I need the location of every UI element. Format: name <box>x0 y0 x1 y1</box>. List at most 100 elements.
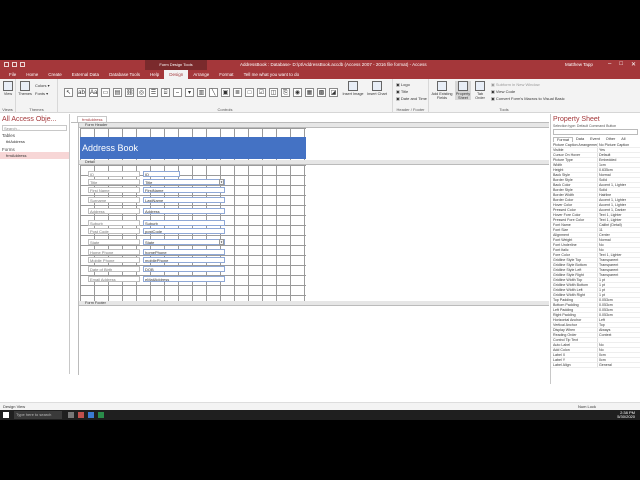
field-label[interactable]: First Name <box>88 187 140 193</box>
taskbar-search[interactable]: Type here to search <box>14 411 62 419</box>
field-label[interactable]: Title <box>88 179 140 185</box>
selection-dropdown[interactable] <box>553 129 638 135</box>
field-control[interactable]: LastName <box>143 197 225 203</box>
property-value[interactable]: No <box>597 348 640 352</box>
property-value[interactable]: 0.053cm <box>597 298 640 302</box>
ribbon-tab-home[interactable]: Home <box>21 70 43 79</box>
property-value[interactable]: No <box>597 248 640 252</box>
property-value[interactable]: 1 pt <box>597 288 640 292</box>
button-control-icon[interactable]: ▭ <box>101 88 110 97</box>
field-label[interactable]: Date of Birth <box>88 266 140 272</box>
select-pointer-icon[interactable]: ↖ <box>64 88 73 97</box>
field-control[interactable]: Address <box>143 208 225 214</box>
property-value[interactable]: Accent 1, Lighter <box>597 203 640 207</box>
combo-dropdown-arrow-icon[interactable]: ▾ <box>219 179 224 185</box>
bound-object-icon[interactable]: ▩ <box>317 88 326 97</box>
property-value[interactable]: Center <box>597 233 640 237</box>
file-explorer-icon[interactable] <box>88 412 94 418</box>
access-taskbar-icon[interactable] <box>78 412 84 418</box>
attachment-control-icon[interactable]: ⎘ <box>281 88 290 97</box>
field-control[interactable]: homePhone <box>143 249 225 255</box>
property-value[interactable]: 0.053cm <box>597 308 640 312</box>
property-value[interactable]: 1 pt <box>597 283 640 287</box>
property-value[interactable]: 1 pt <box>597 293 640 297</box>
add-existing-fields-button[interactable]: Add Existing Fields <box>431 81 453 100</box>
property-value[interactable]: No <box>597 343 640 347</box>
form-footer-bar[interactable]: Form Footer <box>79 301 549 306</box>
insert-chart-button[interactable]: Insert Chart <box>366 81 388 96</box>
field-label[interactable]: Mobile Phone <box>88 257 140 263</box>
property-value[interactable]: Transparent <box>597 258 640 262</box>
field-control[interactable]: Suburb <box>143 220 225 226</box>
property-value[interactable]: Accent 1, Lighter <box>597 183 640 187</box>
nav-forms-header[interactable]: Forms <box>0 145 69 152</box>
task-view-icon[interactable] <box>68 412 74 418</box>
image-control-icon[interactable]: ◪ <box>329 88 338 97</box>
property-value[interactable]: Always <box>597 328 640 332</box>
checkbox-control-icon[interactable]: ☑ <box>257 88 266 97</box>
ribbon-tab-tell-me-what-you-want-to-do[interactable]: Tell me what you want to do <box>239 70 305 79</box>
property-value[interactable]: 0.635cm <box>597 168 640 172</box>
page-break-icon[interactable]: ⎯ <box>173 88 182 97</box>
field-label[interactable]: Email Address <box>88 276 140 282</box>
nav-pane-title[interactable]: All Access Obje... <box>0 114 69 125</box>
redo-icon[interactable] <box>20 62 25 67</box>
windows-start-icon[interactable] <box>3 412 9 418</box>
hyperlink-control-icon[interactable]: ⛓ <box>125 88 134 97</box>
ribbon-tab-file[interactable]: File <box>4 70 21 79</box>
property-value[interactable] <box>597 338 640 342</box>
option-group-icon[interactable]: ⌸ <box>161 88 170 97</box>
property-value[interactable]: Solid <box>597 178 640 182</box>
tab-control-icon[interactable]: ▤ <box>113 88 122 97</box>
view-button[interactable]: View <box>2 81 14 96</box>
unbound-object-icon[interactable]: ◫ <box>269 88 278 97</box>
property-value[interactable]: Top <box>597 323 640 327</box>
property-value[interactable]: Transparent <box>597 273 640 277</box>
property-value[interactable]: Text 1, Lighter <box>597 213 640 217</box>
field-control[interactable]: ID <box>143 171 180 177</box>
property-tab-format[interactable]: Format <box>553 137 574 142</box>
themes-button[interactable]: Themes <box>18 81 32 96</box>
field-label[interactable]: Home Phone <box>88 249 140 255</box>
app-taskbar-icon[interactable] <box>98 412 104 418</box>
user-name[interactable]: Matthew Tapp <box>565 62 593 67</box>
property-value[interactable]: Hairline <box>597 193 640 197</box>
property-value[interactable]: Transparent <box>597 263 640 267</box>
ribbon-tab-arrange[interactable]: Arrange <box>188 70 214 79</box>
property-value[interactable]: General <box>597 363 640 367</box>
tab-order-button[interactable]: Tab Order <box>473 81 487 100</box>
ribbon-tab-help[interactable]: Help <box>145 70 164 79</box>
field-control[interactable]: State <box>143 239 225 245</box>
option-button-icon[interactable]: ◉ <box>293 88 302 97</box>
field-label[interactable]: Post Code <box>88 228 140 234</box>
property-value[interactable]: 0.053cm <box>597 303 640 307</box>
ribbon-tab-design[interactable]: Design <box>164 70 189 79</box>
undo-icon[interactable] <box>12 62 17 67</box>
close-button[interactable]: ✕ <box>631 61 636 68</box>
colors-button[interactable]: Colors ▾ <box>35 83 50 88</box>
taskbar-clock[interactable]: 2:38 PM 5/30/2020 <box>605 411 635 419</box>
field-label[interactable]: Surname <box>88 197 140 203</box>
textbox-control-icon[interactable]: ab <box>77 88 86 97</box>
field-control[interactable]: eMailAddress <box>143 276 225 282</box>
field-label[interactable]: State <box>88 239 140 245</box>
property-value[interactable]: Yes <box>597 148 640 152</box>
field-control[interactable]: mobilePhone <box>143 257 225 263</box>
property-value[interactable]: Default <box>597 153 640 157</box>
property-value[interactable]: 1 pt <box>597 278 640 282</box>
property-value[interactable]: Solid <box>597 188 640 192</box>
navigation-control-icon[interactable]: ☰ <box>149 88 158 97</box>
fonts-button[interactable]: Fonts ▾ <box>35 91 48 96</box>
nav-table-item[interactable]: tblAddress <box>0 138 69 145</box>
property-value[interactable]: No <box>597 243 640 247</box>
field-control[interactable]: FirstName <box>143 187 225 193</box>
property-tab-event[interactable]: Event <box>587 137 603 142</box>
combo-dropdown-arrow-icon[interactable]: ▾ <box>219 239 224 245</box>
ribbon-tab-format[interactable]: Format <box>214 70 238 79</box>
field-label[interactable]: ID <box>88 171 140 177</box>
field-control[interactable]: DOB <box>143 266 225 272</box>
ribbon-tab-database-tools[interactable]: Database Tools <box>104 70 145 79</box>
property-value[interactable]: Accent 1, Darker <box>597 208 640 212</box>
property-row[interactable]: Label Align General <box>551 363 640 368</box>
property-value[interactable]: Normal <box>597 238 640 242</box>
